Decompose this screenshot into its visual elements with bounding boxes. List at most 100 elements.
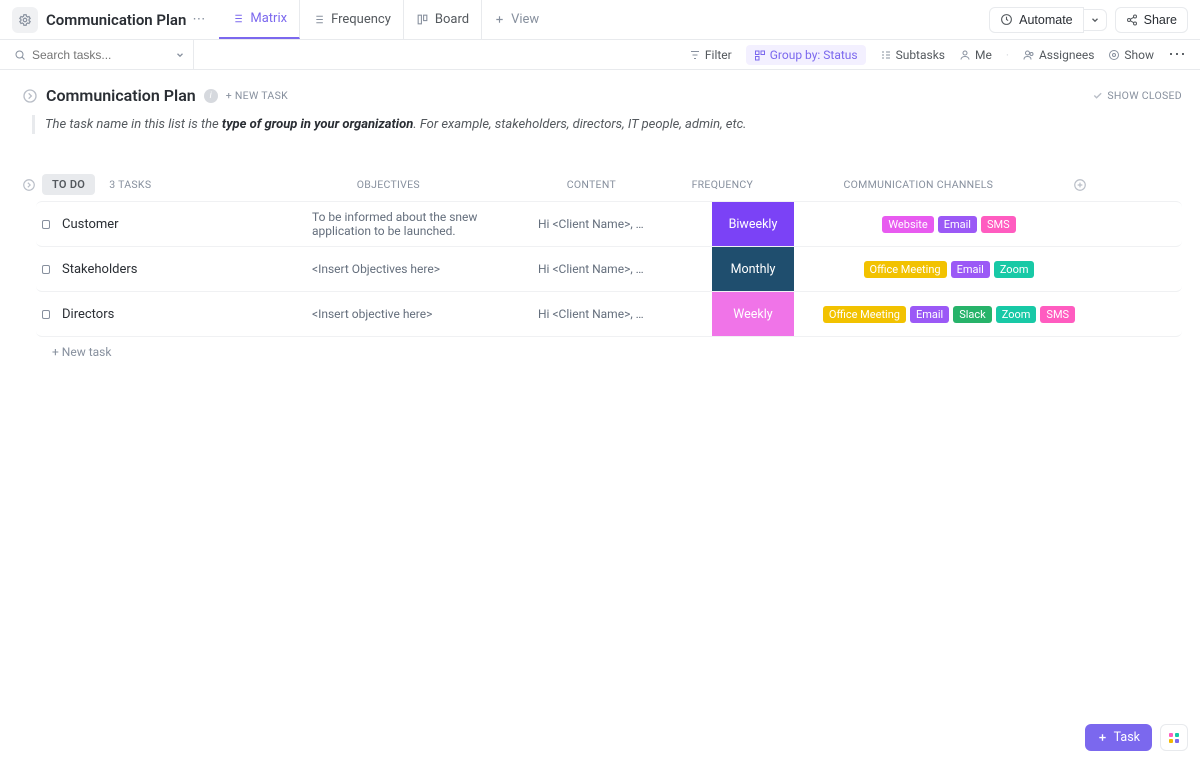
search-dropdown-icon[interactable] xyxy=(175,50,185,60)
toolbar-more-icon[interactable]: ⋯ xyxy=(1168,46,1186,64)
channel-tag[interactable]: Office Meeting xyxy=(823,306,906,323)
list-desc-bold: type of group in your organization xyxy=(222,117,413,132)
subtasks-button[interactable]: Subtasks xyxy=(880,48,945,62)
search-icon xyxy=(14,49,26,61)
task-channels[interactable]: Office MeetingEmailSlackZoomSMS xyxy=(794,292,1104,336)
view-tab-label: Matrix xyxy=(250,11,287,26)
task-status-square[interactable] xyxy=(36,202,56,246)
task-name[interactable]: Stakeholders xyxy=(56,247,306,291)
collapse-list-icon[interactable] xyxy=(22,88,38,104)
task-frequency[interactable]: Monthly xyxy=(712,247,794,291)
info-icon[interactable]: i xyxy=(204,89,218,103)
show-label: Show xyxy=(1124,48,1154,62)
list-header: Communication Plan i + NEW TASK SHOW CLO… xyxy=(22,86,1182,105)
task-list: CustomerTo be informed about the snew ap… xyxy=(22,201,1182,337)
task-count: 3 TASKS xyxy=(109,178,151,191)
search-input[interactable] xyxy=(32,48,142,62)
show-button[interactable]: Show xyxy=(1108,48,1154,62)
page-title[interactable]: Communication Plan xyxy=(46,11,186,29)
automate-button[interactable]: Automate xyxy=(989,7,1084,33)
task-channels[interactable]: Office MeetingEmailZoom xyxy=(794,247,1104,291)
group-by-button[interactable]: Group by: Status xyxy=(746,45,866,65)
automate-label: Automate xyxy=(1019,13,1073,27)
task-row[interactable]: Directors<Insert objective here>Hi <Clie… xyxy=(36,292,1182,337)
channel-tag[interactable]: Email xyxy=(951,261,990,278)
task-content[interactable]: Hi <Client Name>, … xyxy=(532,247,712,291)
new-task-row-button[interactable]: + New task xyxy=(52,345,1182,359)
task-frequency[interactable]: Weekly xyxy=(712,292,794,336)
task-objectives[interactable]: <Insert Objectives here> xyxy=(306,247,532,291)
col-content[interactable]: CONTENT xyxy=(501,178,681,191)
channel-tag[interactable]: Email xyxy=(910,306,949,323)
task-name[interactable]: Customer xyxy=(56,202,306,246)
channel-tag[interactable]: Office Meeting xyxy=(864,261,947,278)
create-task-fab[interactable]: Task xyxy=(1085,724,1152,751)
channel-tag[interactable]: SMS xyxy=(981,216,1016,233)
channel-tag[interactable]: Zoom xyxy=(996,306,1037,323)
task-status-square[interactable] xyxy=(36,292,56,336)
show-closed-button[interactable]: SHOW CLOSED xyxy=(1092,89,1182,102)
channel-tag[interactable]: Website xyxy=(882,216,933,233)
plus-icon xyxy=(494,14,505,25)
view-tab-label: Frequency xyxy=(331,12,391,27)
apps-fab[interactable] xyxy=(1160,724,1188,751)
group-header: TO DO 3 TASKS OBJECTIVES CONTENT FREQUEN… xyxy=(22,174,1182,195)
toolbar-divider: · xyxy=(1006,48,1009,62)
toolbar: Filter Group by: Status Subtasks Me · As… xyxy=(0,40,1200,70)
status-chip[interactable]: TO DO xyxy=(42,174,95,195)
assignees-label: Assignees xyxy=(1039,48,1094,62)
view-tab-board[interactable]: Board xyxy=(404,0,482,39)
automate-icon xyxy=(1000,13,1013,26)
col-objectives[interactable]: OBJECTIVES xyxy=(275,178,501,191)
page-title-more-icon[interactable]: ⋯ xyxy=(192,12,205,27)
col-channels[interactable]: COMMUNICATION CHANNELS xyxy=(763,178,1073,191)
task-status-square[interactable] xyxy=(36,247,56,291)
task-frequency[interactable]: Biweekly xyxy=(712,202,794,246)
task-name[interactable]: Directors xyxy=(56,292,306,336)
search-box[interactable] xyxy=(14,40,194,69)
task-row[interactable]: Stakeholders<Insert Objectives here>Hi <… xyxy=(36,247,1182,292)
share-label: Share xyxy=(1144,13,1177,27)
task-content[interactable]: Hi <Client Name>, … xyxy=(532,292,712,336)
share-icon xyxy=(1126,14,1138,26)
channel-tag[interactable]: Zoom xyxy=(994,261,1035,278)
view-tabs: Matrix Frequency Board View xyxy=(219,0,551,39)
show-closed-label: SHOW CLOSED xyxy=(1107,89,1182,102)
me-button[interactable]: Me xyxy=(959,48,992,62)
task-content[interactable]: Hi <Client Name>, … xyxy=(532,202,712,246)
filter-label: Filter xyxy=(705,48,732,62)
top-bar: Communication Plan ⋯ Matrix Frequency Boar… xyxy=(0,0,1200,40)
add-view-button[interactable]: View xyxy=(482,0,551,39)
create-task-fab-label: Task xyxy=(1114,730,1140,745)
list-settings-icon[interactable] xyxy=(12,7,38,33)
task-row[interactable]: CustomerTo be informed about the snew ap… xyxy=(36,201,1182,247)
view-tab-matrix[interactable]: Matrix xyxy=(219,0,300,39)
channel-tag[interactable]: Slack xyxy=(953,306,992,323)
task-channels[interactable]: Website EmailSMS xyxy=(794,202,1104,246)
list-description[interactable]: The task name in this list is the type o… xyxy=(32,115,1182,134)
list-view-icon xyxy=(312,13,325,26)
filter-button[interactable]: Filter xyxy=(689,48,732,62)
automate-dropdown-icon[interactable] xyxy=(1084,9,1107,31)
me-label: Me xyxy=(975,48,992,62)
list-desc-suffix: . For example, stakeholders, directors, … xyxy=(413,117,746,132)
list-title[interactable]: Communication Plan xyxy=(46,86,196,105)
view-tab-frequency[interactable]: Frequency xyxy=(300,0,404,39)
channel-tag[interactable]: SMS xyxy=(1040,306,1075,323)
col-frequency[interactable]: FREQUENCY xyxy=(681,178,763,191)
share-button[interactable]: Share xyxy=(1115,7,1188,33)
task-objectives[interactable]: To be informed about the snew applicatio… xyxy=(306,202,532,246)
list-view-icon xyxy=(231,12,244,25)
add-view-label: View xyxy=(511,12,539,27)
task-objectives[interactable]: <Insert objective here> xyxy=(306,292,532,336)
subtasks-label: Subtasks xyxy=(896,48,945,62)
group-collapse-icon[interactable] xyxy=(22,178,36,192)
add-column-icon[interactable] xyxy=(1073,178,1093,192)
list-desc-prefix: The task name in this list is the xyxy=(45,117,222,132)
column-headers: OBJECTIVES CONTENT FREQUENCY COMMUNICATI… xyxy=(275,178,1093,192)
floating-buttons: Task xyxy=(1085,724,1188,751)
new-task-inline-button[interactable]: + NEW TASK xyxy=(226,89,288,102)
view-tab-label: Board xyxy=(435,12,469,27)
assignees-button[interactable]: Assignees xyxy=(1023,48,1094,62)
channel-tag[interactable]: Email xyxy=(938,216,977,233)
